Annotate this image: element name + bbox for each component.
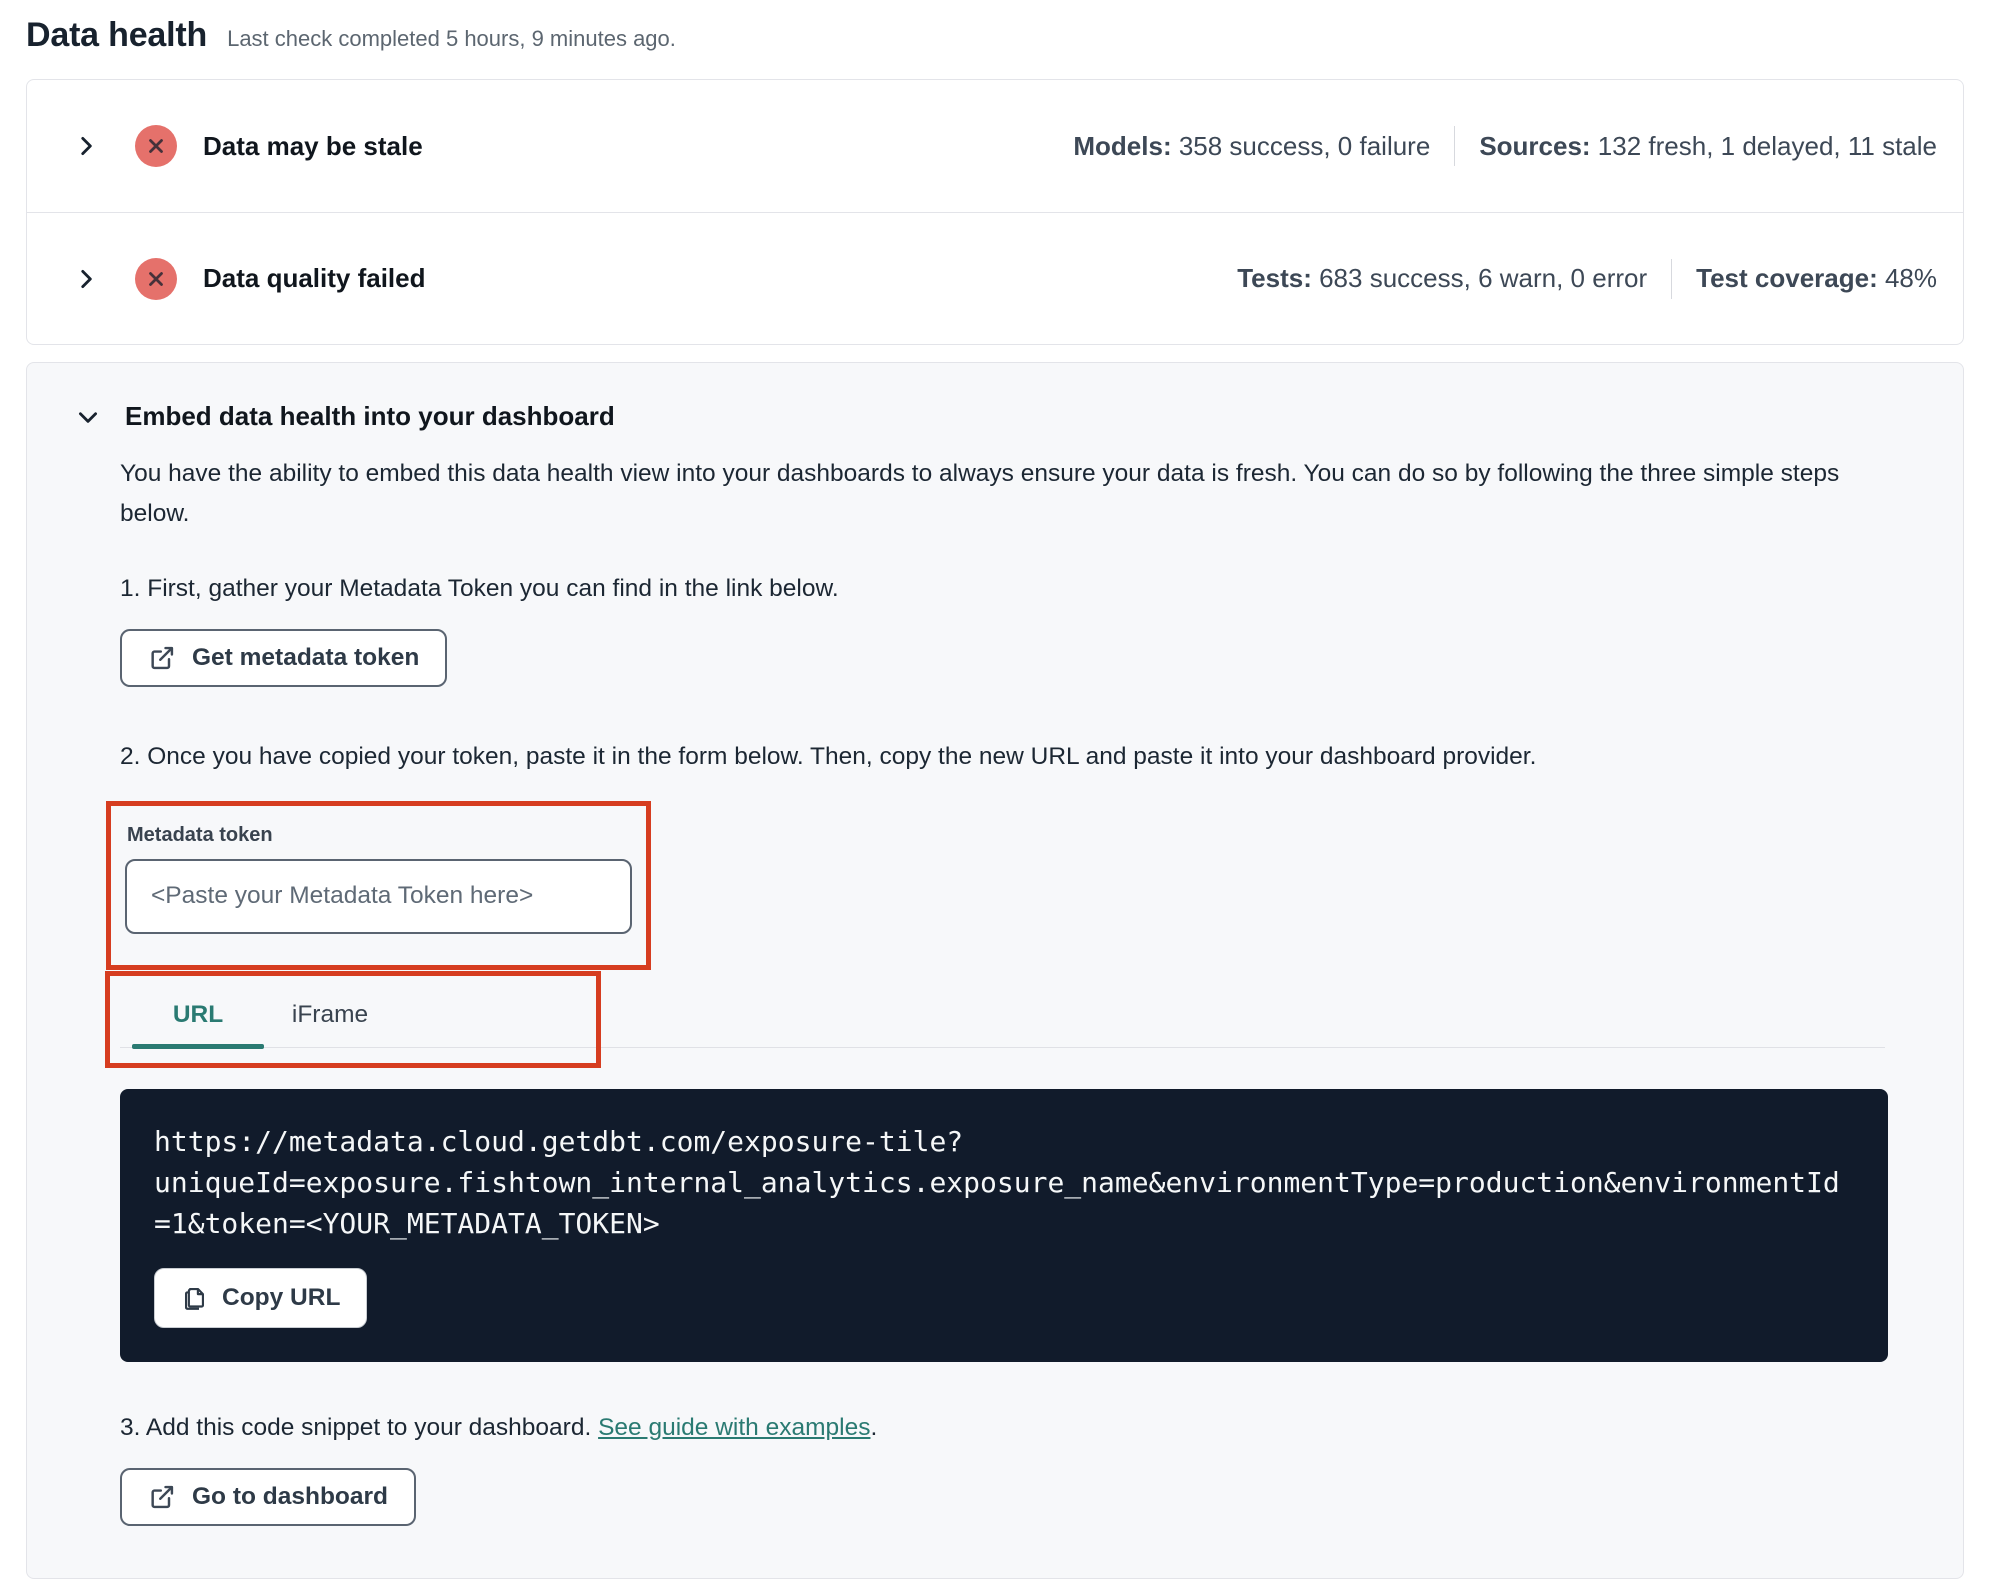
step-3-suffix: . <box>870 1413 878 1441</box>
embed-url-text: https://metadata.cloud.getdbt.com/exposu… <box>154 1121 1854 1244</box>
tests-stat-label: Tests: <box>1237 263 1312 293</box>
tests-stat: Tests: 683 success, 6 warn, 0 error <box>1237 263 1647 294</box>
external-link-icon <box>151 1485 174 1508</box>
sources-stat: Sources: 132 fresh, 1 delayed, 11 stale <box>1479 131 1937 162</box>
stat-divider <box>1671 258 1673 299</box>
x-circle-icon <box>135 125 177 167</box>
embed-tabs: URL iFrame <box>105 970 1885 1068</box>
models-stat-value: 358 success, 0 failure <box>1171 130 1431 161</box>
status-row-stats: Tests: 683 success, 6 warn, 0 error Test… <box>1237 258 1937 299</box>
step-3-prefix: 3. Add this code snippet to your dashboa… <box>120 1413 599 1441</box>
page-header: Data health Last check completed 5 hours… <box>26 10 1964 55</box>
metadata-token-label: Metadata token <box>127 823 273 846</box>
annotation-box-token-field: Metadata token <box>106 800 651 970</box>
copy-icon <box>184 1288 205 1311</box>
copy-url-button[interactable]: Copy URL <box>154 1267 368 1328</box>
metadata-token-input[interactable] <box>125 858 632 934</box>
models-stat: Models: 358 success, 0 failure <box>1073 131 1430 162</box>
status-card: Data may be stale Models: 358 success, 0… <box>26 79 1964 345</box>
see-guide-link[interactable]: See guide with examples <box>598 1414 870 1441</box>
chevron-right-icon[interactable] <box>71 264 101 294</box>
embed-section-body: You have the ability to embed this data … <box>105 454 1888 1526</box>
data-health-page: Data health Last check completed 5 hours… <box>0 0 1990 1579</box>
coverage-stat: Test coverage: 48% <box>1696 263 1937 294</box>
copy-url-label: Copy URL <box>222 1283 341 1311</box>
embed-url-line: =1&token=<YOUR_METADATA_TOKEN> <box>154 1206 660 1240</box>
embed-url-line: uniqueId=exposure.fishtown_internal_anal… <box>154 1165 1840 1199</box>
get-metadata-token-label: Get metadata token <box>192 643 420 671</box>
external-link-icon <box>151 646 174 669</box>
step-1-text: 1. First, gather your Metadata Token you… <box>120 574 839 602</box>
models-stat-label: Models: <box>1073 130 1172 161</box>
get-metadata-token-button[interactable]: Get metadata token <box>120 628 448 687</box>
coverage-stat-value: 48% <box>1877 263 1937 293</box>
go-to-dashboard-label: Go to dashboard <box>192 1482 388 1510</box>
sources-stat-label: Sources: <box>1479 130 1591 161</box>
embed-section-title: Embed data health into your dashboard <box>125 401 615 431</box>
embed-url-line: https://metadata.cloud.getdbt.com/exposu… <box>154 1124 964 1158</box>
status-row-stale[interactable]: Data may be stale Models: 358 success, 0… <box>27 80 1963 212</box>
status-row-title: Data may be stale <box>203 130 423 161</box>
step-2-text: 2. Once you have copied your token, past… <box>120 742 1537 770</box>
last-check-status: Last check completed 5 hours, 9 minutes … <box>227 26 676 51</box>
stat-divider <box>1454 126 1456 166</box>
step-3-text: 3. Add this code snippet to your dashboa… <box>120 1414 1885 1442</box>
coverage-stat-label: Test coverage: <box>1696 263 1878 293</box>
embed-section-card: Embed data health into your dashboard Yo… <box>26 362 1964 1579</box>
status-row-quality[interactable]: Data quality failed Tests: 683 success, … <box>27 212 1963 344</box>
sources-stat-value: 132 fresh, 1 delayed, 11 stale <box>1590 130 1937 161</box>
status-row-stats: Models: 358 success, 0 failure Sources: … <box>1073 126 1937 166</box>
x-circle-icon <box>135 257 177 300</box>
tab-bar: URL iFrame <box>120 977 1885 1049</box>
tests-stat-value: 683 success, 6 warn, 0 error <box>1311 263 1648 293</box>
embed-description: You have the ability to embed this data … <box>120 460 1840 528</box>
embed-section-header[interactable]: Embed data health into your dashboard <box>73 401 1885 432</box>
tab-url[interactable]: URL <box>132 977 264 1049</box>
go-to-dashboard-button[interactable]: Go to dashboard <box>120 1467 416 1526</box>
embed-url-code-block: https://metadata.cloud.getdbt.com/exposu… <box>120 1088 1888 1362</box>
chevron-right-icon[interactable] <box>71 131 101 161</box>
tab-iframe[interactable]: iFrame <box>264 977 396 1047</box>
status-row-title: Data quality failed <box>203 263 426 293</box>
chevron-down-icon[interactable] <box>73 402 103 432</box>
page-title: Data health <box>26 16 208 54</box>
